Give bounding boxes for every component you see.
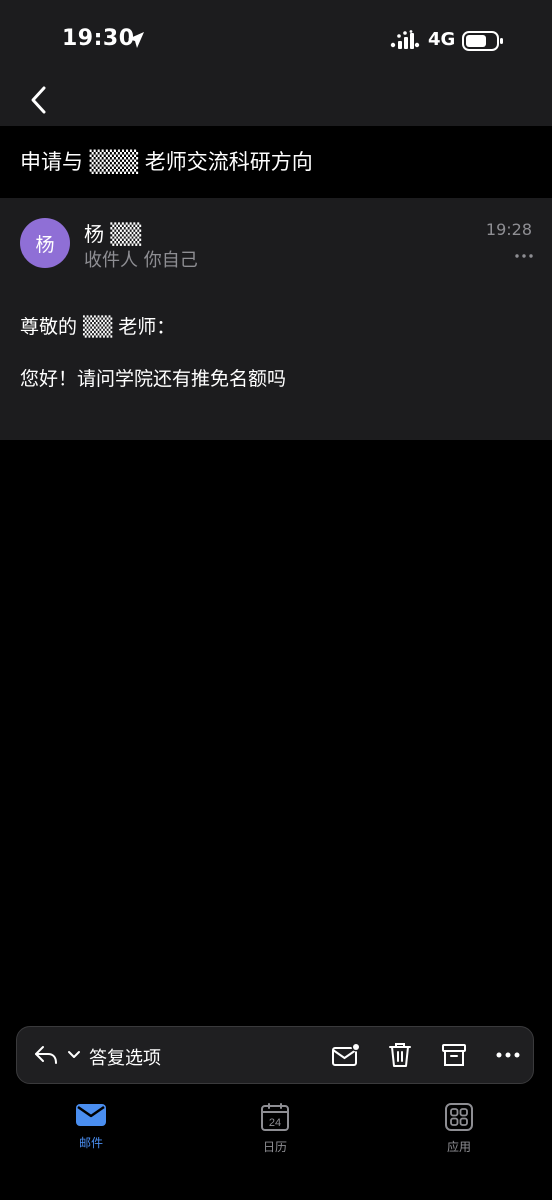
ellipsis-icon	[496, 1052, 520, 1058]
location-arrow-icon	[128, 32, 144, 48]
calendar-icon: 24	[261, 1103, 289, 1131]
email-subject: 申请与 ▒▒▒ 老师交流科研方向	[20, 150, 313, 174]
tab-apps-label: 应用	[446, 1140, 471, 1154]
sent-time: 19:28	[485, 220, 532, 239]
sender-name[interactable]: 杨 ▒▒	[84, 218, 141, 247]
navigation-bar	[0, 80, 552, 126]
status-time: 19:30	[62, 26, 135, 51]
more-actions-button[interactable]	[483, 1027, 533, 1083]
reply-options-label[interactable]: 答复选项	[89, 1044, 161, 1070]
tab-mail-label: 邮件	[78, 1136, 103, 1150]
trash-icon	[389, 1043, 411, 1067]
more-options-icon[interactable]	[514, 248, 534, 264]
chevron-left-icon	[31, 86, 46, 114]
tab-calendar[interactable]: 24 日历	[230, 1102, 320, 1166]
battery-icon	[462, 31, 503, 51]
reply-arrow-icon	[35, 1046, 57, 1064]
email-body-text: 您好！请问学院还有推免名额吗	[20, 368, 287, 390]
email-greeting: 尊敬的 ▒▒ 老师：	[20, 316, 176, 338]
avatar-initial: 杨	[35, 233, 55, 256]
unread-mail-icon	[332, 1042, 361, 1066]
sender-avatar[interactable]: 杨	[20, 218, 70, 268]
delete-button[interactable]	[375, 1027, 425, 1083]
mail-icon	[76, 1104, 106, 1126]
back-button[interactable]	[18, 80, 58, 120]
archive-button[interactable]	[429, 1027, 479, 1083]
chevron-down-icon	[68, 1051, 80, 1058]
message-action-toolbar: 答复选项	[16, 1026, 534, 1084]
signal-strength-icon	[390, 30, 420, 49]
tab-mail[interactable]: 邮件	[46, 1102, 136, 1166]
email-subject-bar: 申请与 ▒▒▒ 老师交流科研方向	[0, 126, 552, 198]
recipient-line[interactable]: 收件人 你自己	[84, 246, 198, 272]
archive-icon	[442, 1044, 466, 1066]
bottom-tab-bar: 邮件 24 日历 应用	[0, 1090, 552, 1200]
network-type-label: 4G	[428, 29, 456, 50]
mark-unread-button[interactable]	[321, 1027, 371, 1083]
reply-button[interactable]	[29, 1027, 85, 1083]
tab-apps[interactable]: 应用	[414, 1102, 504, 1166]
status-bar: 19:30 4G	[0, 0, 552, 80]
calendar-day-number: 24	[269, 1117, 281, 1129]
apps-grid-icon	[445, 1103, 473, 1131]
tab-calendar-label: 日历	[262, 1140, 287, 1154]
message-card: 杨 杨 ▒▒ 收件人 你自己 19:28 尊敬的 ▒▒ 老师： 您好！请问学院还…	[0, 198, 552, 440]
